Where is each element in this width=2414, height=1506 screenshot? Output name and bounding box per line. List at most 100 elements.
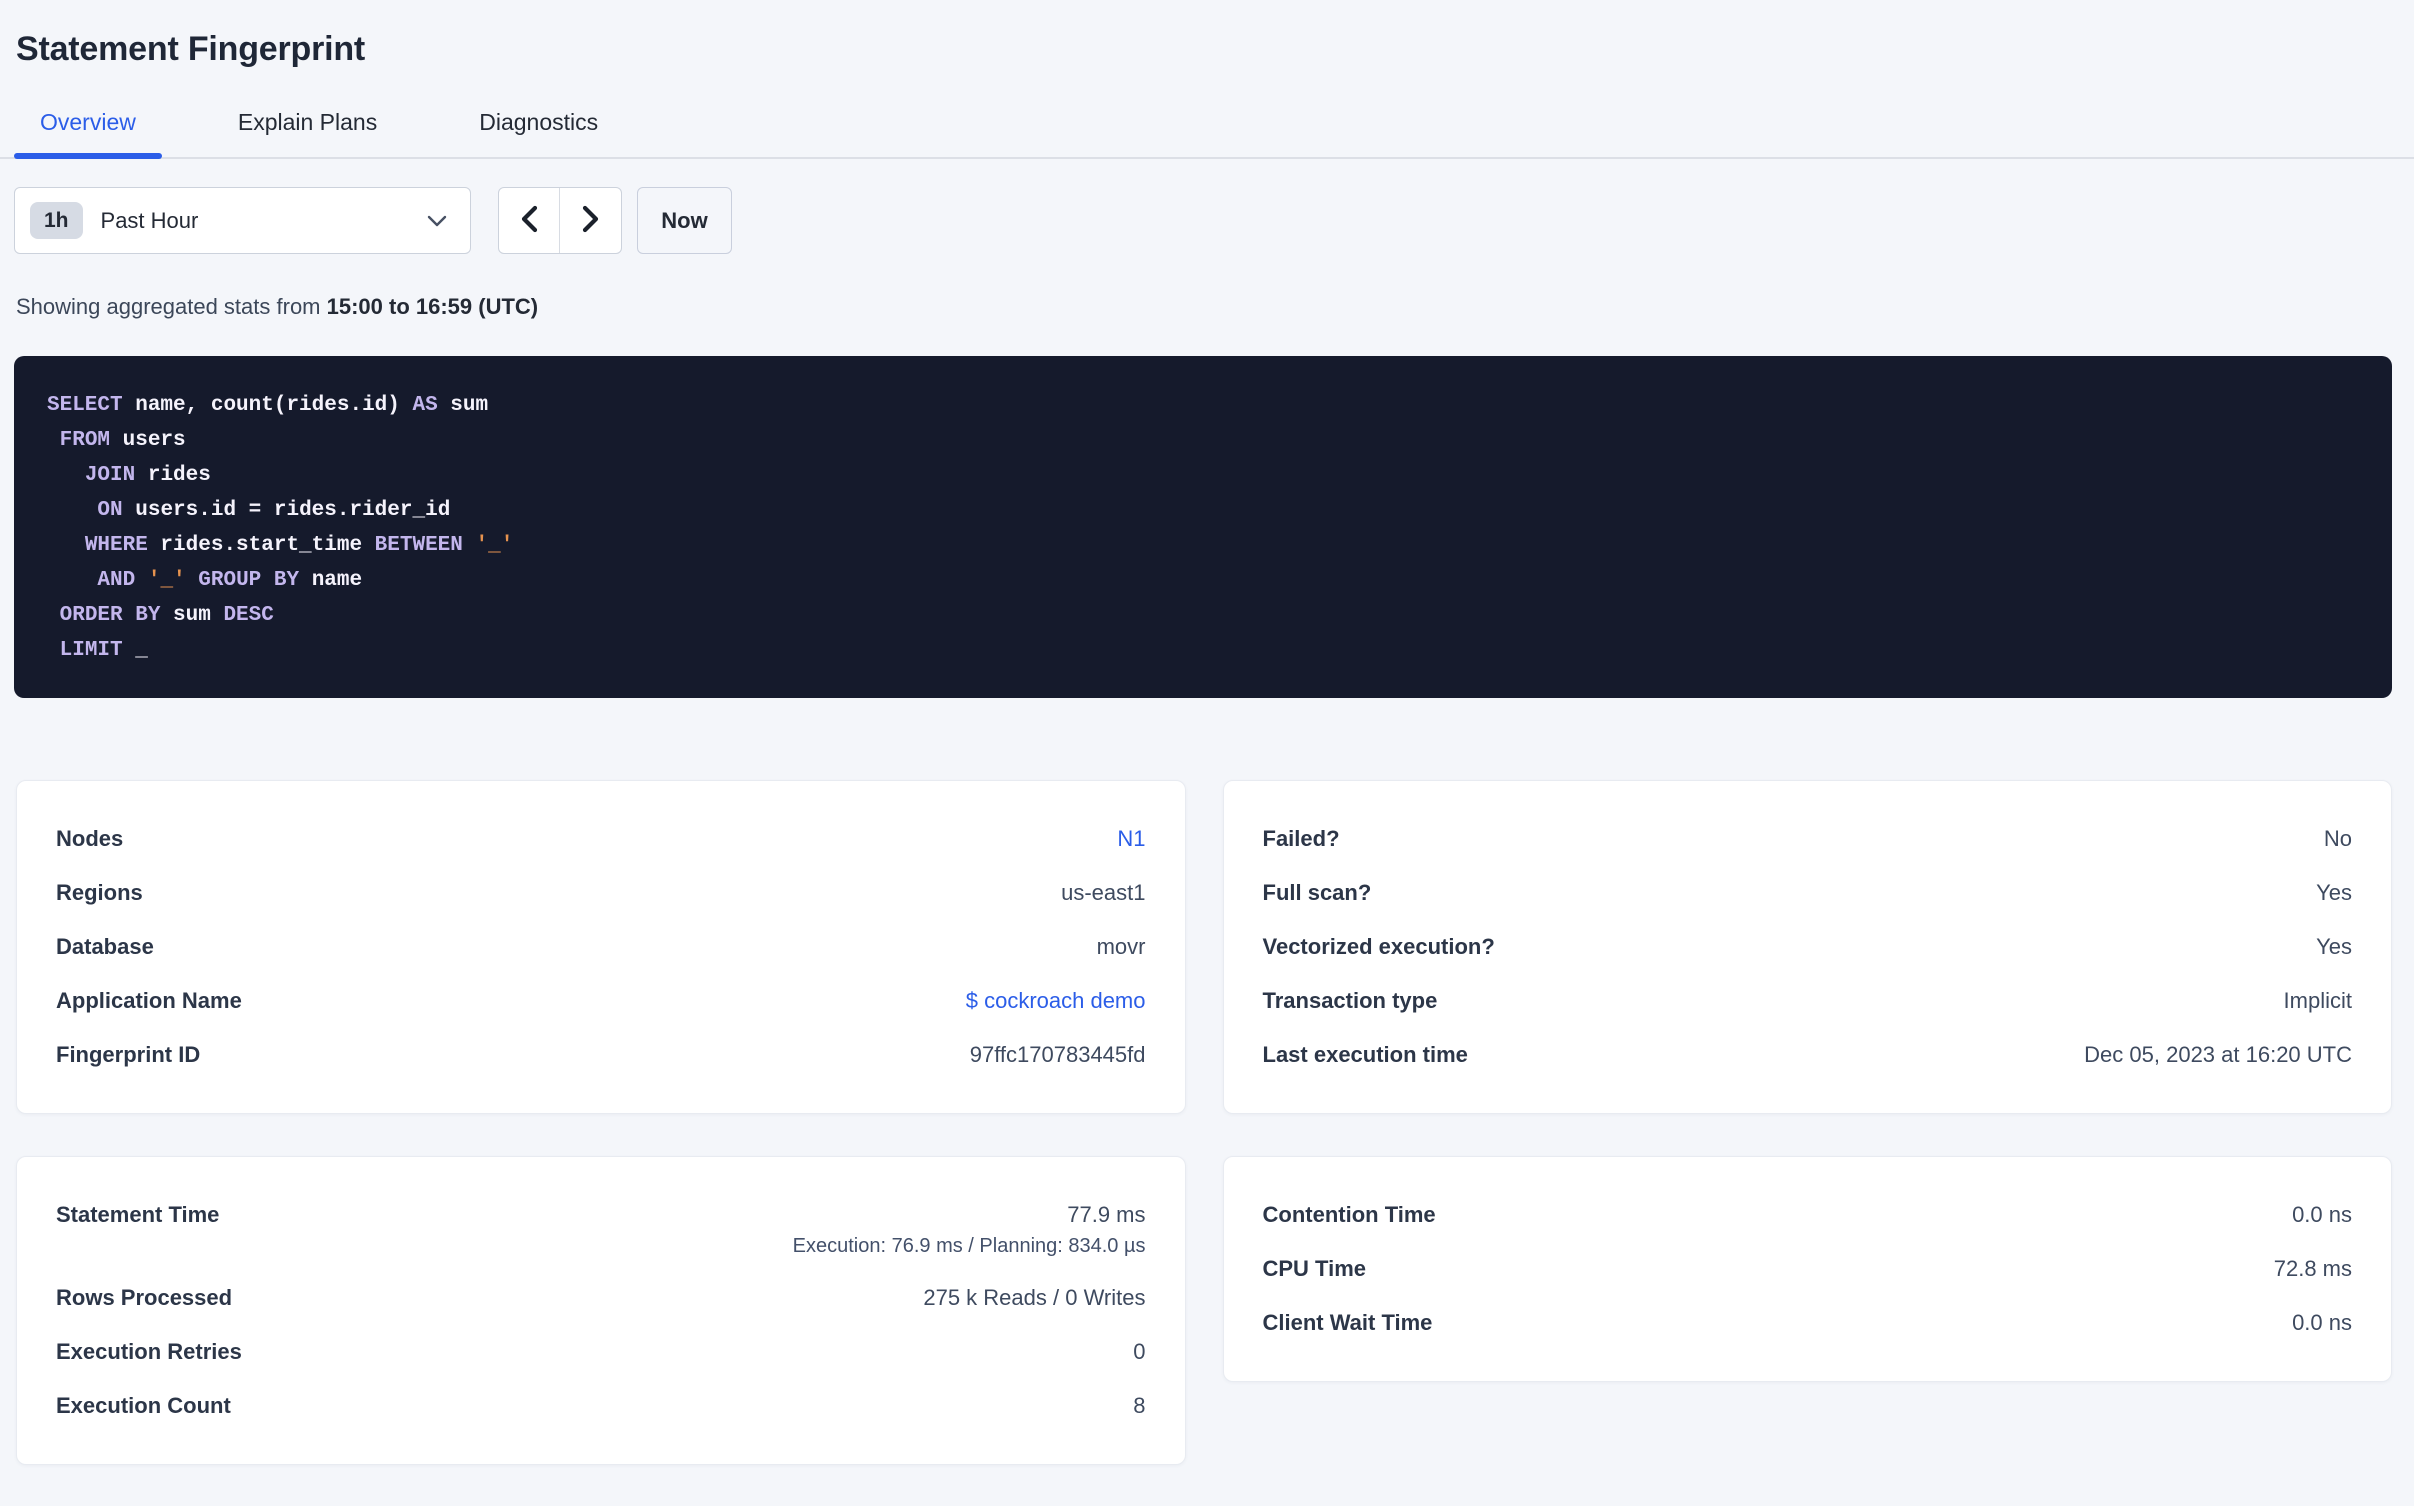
- row-value: movr: [1096, 934, 1146, 959]
- sql-line: WHERE rides.start_time BETWEEN '_': [84, 534, 514, 557]
- row-value-group: 77.9 ms Execution: 76.9 ms / Planning: 83…: [793, 1201, 1146, 1258]
- row-value: 8: [1133, 1393, 1146, 1418]
- sql-line: SELECT name, count(rides.id) AS sum: [47, 394, 489, 417]
- next-range-button[interactable]: [560, 188, 621, 253]
- sql-line: LIMIT _: [59, 639, 148, 662]
- application-name-link[interactable]: $ cockroach demo: [966, 988, 1146, 1013]
- row-label: Last execution time: [1262, 1042, 1468, 1067]
- row-value: 275 k Reads / 0 Writes: [923, 1285, 1146, 1310]
- row-value-group: 0: [1133, 1338, 1145, 1366]
- chevron-right-icon: [581, 204, 601, 237]
- rows-processed-row: Rows Processed 275 k Reads / 0 Writes: [56, 1284, 1146, 1312]
- aggregated-stats-caption: Showing aggregated stats from 15:00 to 1…: [16, 294, 2392, 320]
- tab-diagnostics[interactable]: Diagnostics: [453, 96, 624, 157]
- row-subvalue: Execution: 76.9 ms / Planning: 834.0 µs: [792, 1235, 1146, 1257]
- database-row: Database movr: [56, 933, 1146, 961]
- row-value-group: us-east1: [1061, 879, 1145, 907]
- row-value-group: 0.0 ns: [2292, 1201, 2352, 1229]
- row-label: Application Name: [56, 988, 242, 1013]
- caption-prefix: Showing aggregated stats from: [16, 294, 327, 319]
- row-value-group: Yes: [2316, 933, 2352, 961]
- client-wait-time-row: Client Wait Time 0.0 ns: [1263, 1309, 2353, 1337]
- sql-line: FROM users: [59, 429, 186, 452]
- page-title: Statement Fingerprint: [16, 30, 366, 68]
- row-value: Implicit: [2283, 988, 2352, 1013]
- row-value-group: N1: [1117, 825, 1145, 853]
- tab-overview[interactable]: Overview: [14, 96, 162, 159]
- tab-explain-plans[interactable]: Explain Plans: [212, 96, 403, 157]
- application-name-row: Application Name $ cockroach demo: [56, 987, 1146, 1015]
- chevron-down-icon: [426, 214, 448, 228]
- prev-range-button[interactable]: [499, 188, 560, 253]
- regions-row: Regions us-east1: [56, 879, 1146, 907]
- row-value-group: 275 k Reads / 0 Writes: [923, 1284, 1145, 1312]
- summary-cards-grid: Nodes N1 Regions us-east1 Database movr Applic…: [16, 780, 2392, 1465]
- time-range-select[interactable]: 1h Past Hour: [14, 187, 471, 254]
- row-label: Client Wait Time: [1262, 1310, 1433, 1335]
- sql-statement-box: SELECT name, count(rides.id) AS sum FROM…: [14, 356, 2392, 698]
- statement-time-row: Statement Time 77.9 ms Execution: 76.9 ms …: [56, 1201, 1146, 1258]
- statement-details-card: Nodes N1 Regions us-east1 Database movr Applic…: [16, 780, 1186, 1114]
- transaction-type-row: Transaction type Implicit: [1263, 987, 2353, 1015]
- caption-time-range: 15:00 to 16:59 (UTC): [326, 294, 539, 319]
- row-label: Contention Time: [1262, 1202, 1436, 1227]
- row-value: 0.0 ns: [2292, 1202, 2352, 1227]
- row-label: CPU Time: [1262, 1256, 1367, 1281]
- row-value: 0.0 ns: [2292, 1310, 2352, 1335]
- row-value: us-east1: [1061, 880, 1146, 905]
- nodes-link[interactable]: N1: [1117, 826, 1145, 851]
- row-value: 97ffc170783445fd: [969, 1042, 1146, 1067]
- cpu-time-row: CPU Time 72.8 ms: [1263, 1255, 2353, 1283]
- row-value: Yes: [2316, 880, 2352, 905]
- row-label: Regions: [56, 880, 143, 905]
- execution-attributes-card: Failed? No Full scan? Yes Vectorized executi…: [1222, 780, 2392, 1114]
- row-label: Fingerprint ID: [56, 1042, 201, 1067]
- row-value: 0: [1133, 1339, 1146, 1364]
- sql-line: ON users.id = rides.rider_id: [97, 499, 451, 522]
- row-value-group: No: [2324, 825, 2352, 853]
- row-label: Transaction type: [1262, 988, 1438, 1013]
- row-value-group: Yes: [2316, 879, 2352, 907]
- row-value-group: movr: [1097, 933, 1146, 961]
- row-value: Yes: [2316, 934, 2352, 959]
- sql-line: AND '_' GROUP BY name: [97, 569, 363, 592]
- time-toolbar: 1h Past Hour Now: [14, 187, 2392, 254]
- row-label: Full scan?: [1262, 880, 1372, 905]
- row-value-group: Dec 05, 2023 at 16:20 UTC: [2084, 1041, 2352, 1069]
- row-value-group: 8: [1133, 1392, 1145, 1420]
- row-label: Execution Retries: [56, 1339, 242, 1364]
- row-label: Database: [56, 934, 154, 959]
- row-label: Nodes: [56, 826, 124, 851]
- chevron-left-icon: [519, 204, 539, 237]
- resource-times-card: Contention Time 0.0 ns CPU Time 72.8 ms Clie…: [1222, 1156, 2392, 1382]
- row-value-group: 0.0 ns: [2292, 1309, 2352, 1337]
- nodes-row: Nodes N1: [56, 825, 1146, 853]
- row-value: No: [2323, 826, 2352, 851]
- row-value-group: $ cockroach demo: [966, 987, 1146, 1015]
- failed-row: Failed? No: [1263, 825, 2353, 853]
- time-range-badge: 1h: [30, 202, 83, 239]
- statement-times-card: Statement Time 77.9 ms Execution: 76.9 ms …: [16, 1156, 1186, 1465]
- sql-line: ORDER BY sum DESC: [59, 604, 274, 627]
- time-range-pager: [498, 187, 622, 254]
- sql-line: JOIN rides: [84, 464, 211, 487]
- tab-bar: Overview Explain Plans Diagnostics: [0, 96, 2414, 159]
- row-label: Failed?: [1262, 826, 1340, 851]
- row-value: Dec 05, 2023 at 16:20 UTC: [2084, 1042, 2352, 1067]
- row-value: 77.9 ms: [1067, 1202, 1146, 1227]
- row-label: Execution Count: [56, 1393, 231, 1418]
- row-value-group: Implicit: [2284, 987, 2352, 1015]
- row-label: Statement Time: [56, 1202, 220, 1227]
- row-value-group: 97ffc170783445fd: [970, 1041, 1146, 1069]
- vectorized-execution-row: Vectorized execution? Yes: [1263, 933, 2353, 961]
- sql-statement: SELECT name, count(rides.id) AS sum FROM…: [47, 388, 2352, 668]
- execution-retries-row: Execution Retries 0: [56, 1338, 1146, 1366]
- fingerprint-id-row: Fingerprint ID 97ffc170783445fd: [56, 1041, 1146, 1069]
- full-scan-row: Full scan? Yes: [1263, 879, 2353, 907]
- contention-time-row: Contention Time 0.0 ns: [1263, 1201, 2353, 1229]
- statement-fingerprint-page: { "page": { "title": "Statement Fingerpr…: [0, 28, 2414, 1506]
- row-value-group: 72.8 ms: [2274, 1255, 2352, 1283]
- time-range-label: Past Hour: [100, 207, 199, 233]
- row-label: Vectorized execution?: [1262, 934, 1495, 959]
- now-button[interactable]: Now: [637, 187, 732, 254]
